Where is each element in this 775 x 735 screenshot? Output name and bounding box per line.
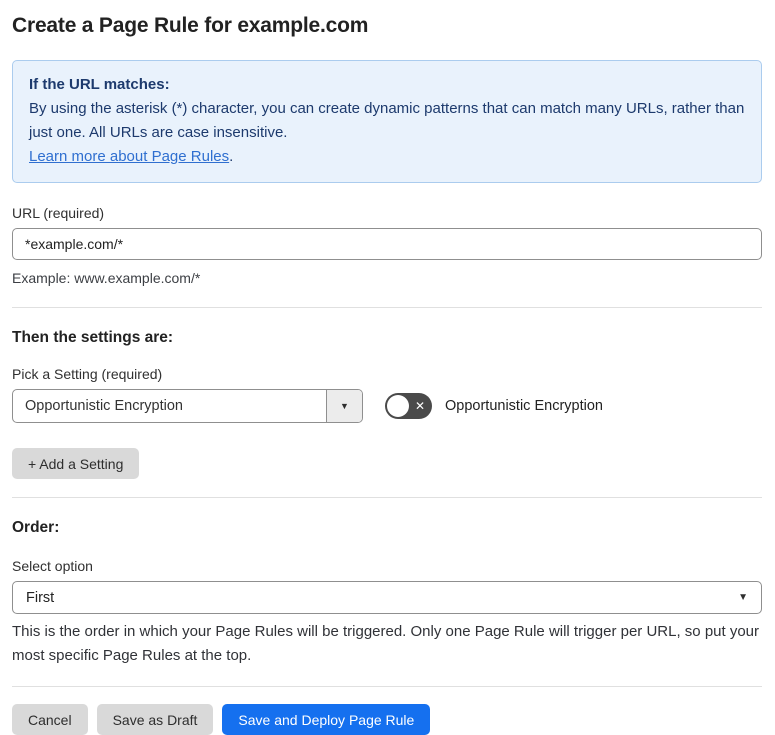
cancel-button[interactable]: Cancel xyxy=(12,704,88,735)
url-matches-info-box: If the URL matches: By using the asteris… xyxy=(12,60,762,183)
toggle-label: Opportunistic Encryption xyxy=(445,398,603,414)
toggle-column: ✕ Opportunistic Encryption xyxy=(385,393,603,423)
page-title: Create a Page Rule for example.com xyxy=(12,14,369,37)
order-heading: Order: xyxy=(12,519,60,536)
save-draft-button[interactable]: Save as Draft xyxy=(96,704,214,735)
caret-down-icon: ▼ xyxy=(738,592,748,603)
info-box-heading: If the URL matches: xyxy=(29,76,170,93)
settings-heading: Then the settings are: xyxy=(12,329,174,346)
setting-select[interactable]: Opportunistic Encryption ▼ xyxy=(12,389,363,423)
toggle-knob xyxy=(387,395,409,417)
setting-select-value: Opportunistic Encryption xyxy=(25,398,183,414)
footer-actions: Cancel Save as Draft Save and Deploy Pag… xyxy=(12,704,762,735)
toggle-off-x-icon: ✕ xyxy=(414,399,425,413)
url-example-helper: Example: www.example.com/* xyxy=(12,270,201,286)
setting-row: Pick a Setting (required) Opportunistic … xyxy=(12,366,762,423)
divider xyxy=(12,307,762,308)
info-link-row: Learn more about Page Rules. xyxy=(29,145,745,169)
url-input[interactable] xyxy=(12,228,762,260)
url-label: URL (required) xyxy=(12,205,105,221)
divider xyxy=(12,497,762,498)
save-deploy-button[interactable]: Save and Deploy Page Rule xyxy=(222,704,431,735)
order-select[interactable]: First ▼ xyxy=(12,581,762,614)
pick-setting-label: Pick a Setting (required) xyxy=(12,366,163,382)
opportunistic-encryption-toggle[interactable]: ✕ xyxy=(385,393,432,419)
info-box-body: By using the asterisk (*) character, you… xyxy=(29,100,745,141)
divider xyxy=(12,686,762,687)
setting-picker-column: Pick a Setting (required) Opportunistic … xyxy=(12,366,363,423)
order-select-value: First xyxy=(26,589,55,606)
select-option-label: Select option xyxy=(12,558,93,574)
add-setting-button[interactable]: + Add a Setting xyxy=(12,448,140,479)
link-period: . xyxy=(229,148,234,165)
chevron-down-icon[interactable]: ▼ xyxy=(326,390,362,422)
learn-more-link[interactable]: Learn more about Page Rules xyxy=(29,148,229,165)
create-page-rule-form: Create a Page Rule for example.com If th… xyxy=(0,0,775,735)
order-helper-text: This is the order in which your Page Rul… xyxy=(12,623,760,664)
